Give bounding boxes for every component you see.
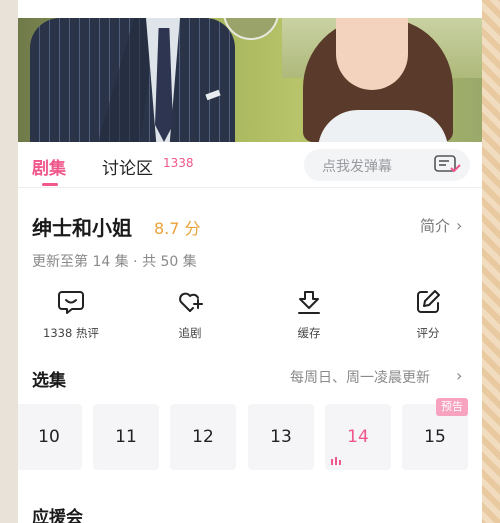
background-left <box>0 0 20 523</box>
comment-icon <box>58 291 84 314</box>
danmaku-placeholder: 点我发弹幕 <box>322 159 392 175</box>
episode-tile[interactable]: 15 预告 <box>402 398 468 470</box>
comments-button[interactable]: 1338 热评 <box>26 288 116 341</box>
download-label: 缓存 <box>297 326 321 340</box>
tab-bar: 剧集 讨论区 1338 点我发弹幕 <box>18 142 482 188</box>
episodes-section-title: 选集 <box>32 371 66 391</box>
show-title: 绅士和小姐 <box>32 216 132 240</box>
chevron-right-icon[interactable]: › <box>456 216 462 235</box>
episode-tile[interactable]: 11 <box>93 404 159 470</box>
download-icon <box>298 291 320 314</box>
video-player[interactable] <box>18 18 482 142</box>
follow-button[interactable]: 追剧 <box>145 288 235 341</box>
app-screen: 剧集 讨论区 1338 点我发弹幕 绅士和小姐 8.7 分 简介 › 更新至第 … <box>18 0 482 523</box>
rate-button[interactable]: 评分 <box>383 288 473 341</box>
show-score: 8.7 分 <box>154 219 201 238</box>
rate-label: 评分 <box>416 326 440 340</box>
update-schedule[interactable]: 每周日、周一凌晨更新 <box>290 367 430 387</box>
update-status: 更新至第 14 集 · 共 50 集 <box>32 254 197 270</box>
danmaku-input[interactable]: 点我发弹幕 <box>304 149 470 181</box>
edit-icon <box>417 290 440 313</box>
support-section-title: 应援会 <box>32 508 83 523</box>
preview-badge: 预告 <box>436 398 468 416</box>
tab-discussion[interactable]: 讨论区 <box>102 154 153 179</box>
episode-tile[interactable]: 13 <box>248 404 314 470</box>
playing-icon <box>331 457 343 465</box>
danmaku-settings-icon[interactable] <box>432 154 462 176</box>
download-button[interactable]: 缓存 <box>264 288 354 341</box>
episode-tile[interactable]: 12 <box>170 404 236 470</box>
follow-label: 追剧 <box>178 326 202 340</box>
heart-plus-icon <box>179 292 203 312</box>
comments-label: 1338 热评 <box>43 326 99 340</box>
intro-link[interactable]: 简介 <box>420 215 450 236</box>
episode-tile-current[interactable]: 14 <box>325 404 391 470</box>
discussion-count: 1338 <box>163 156 194 170</box>
tab-active-indicator <box>42 183 58 186</box>
tab-episodes[interactable]: 剧集 <box>32 154 66 179</box>
chevron-right-icon[interactable]: › <box>456 366 462 385</box>
episode-tile[interactable]: 10 <box>18 404 82 470</box>
